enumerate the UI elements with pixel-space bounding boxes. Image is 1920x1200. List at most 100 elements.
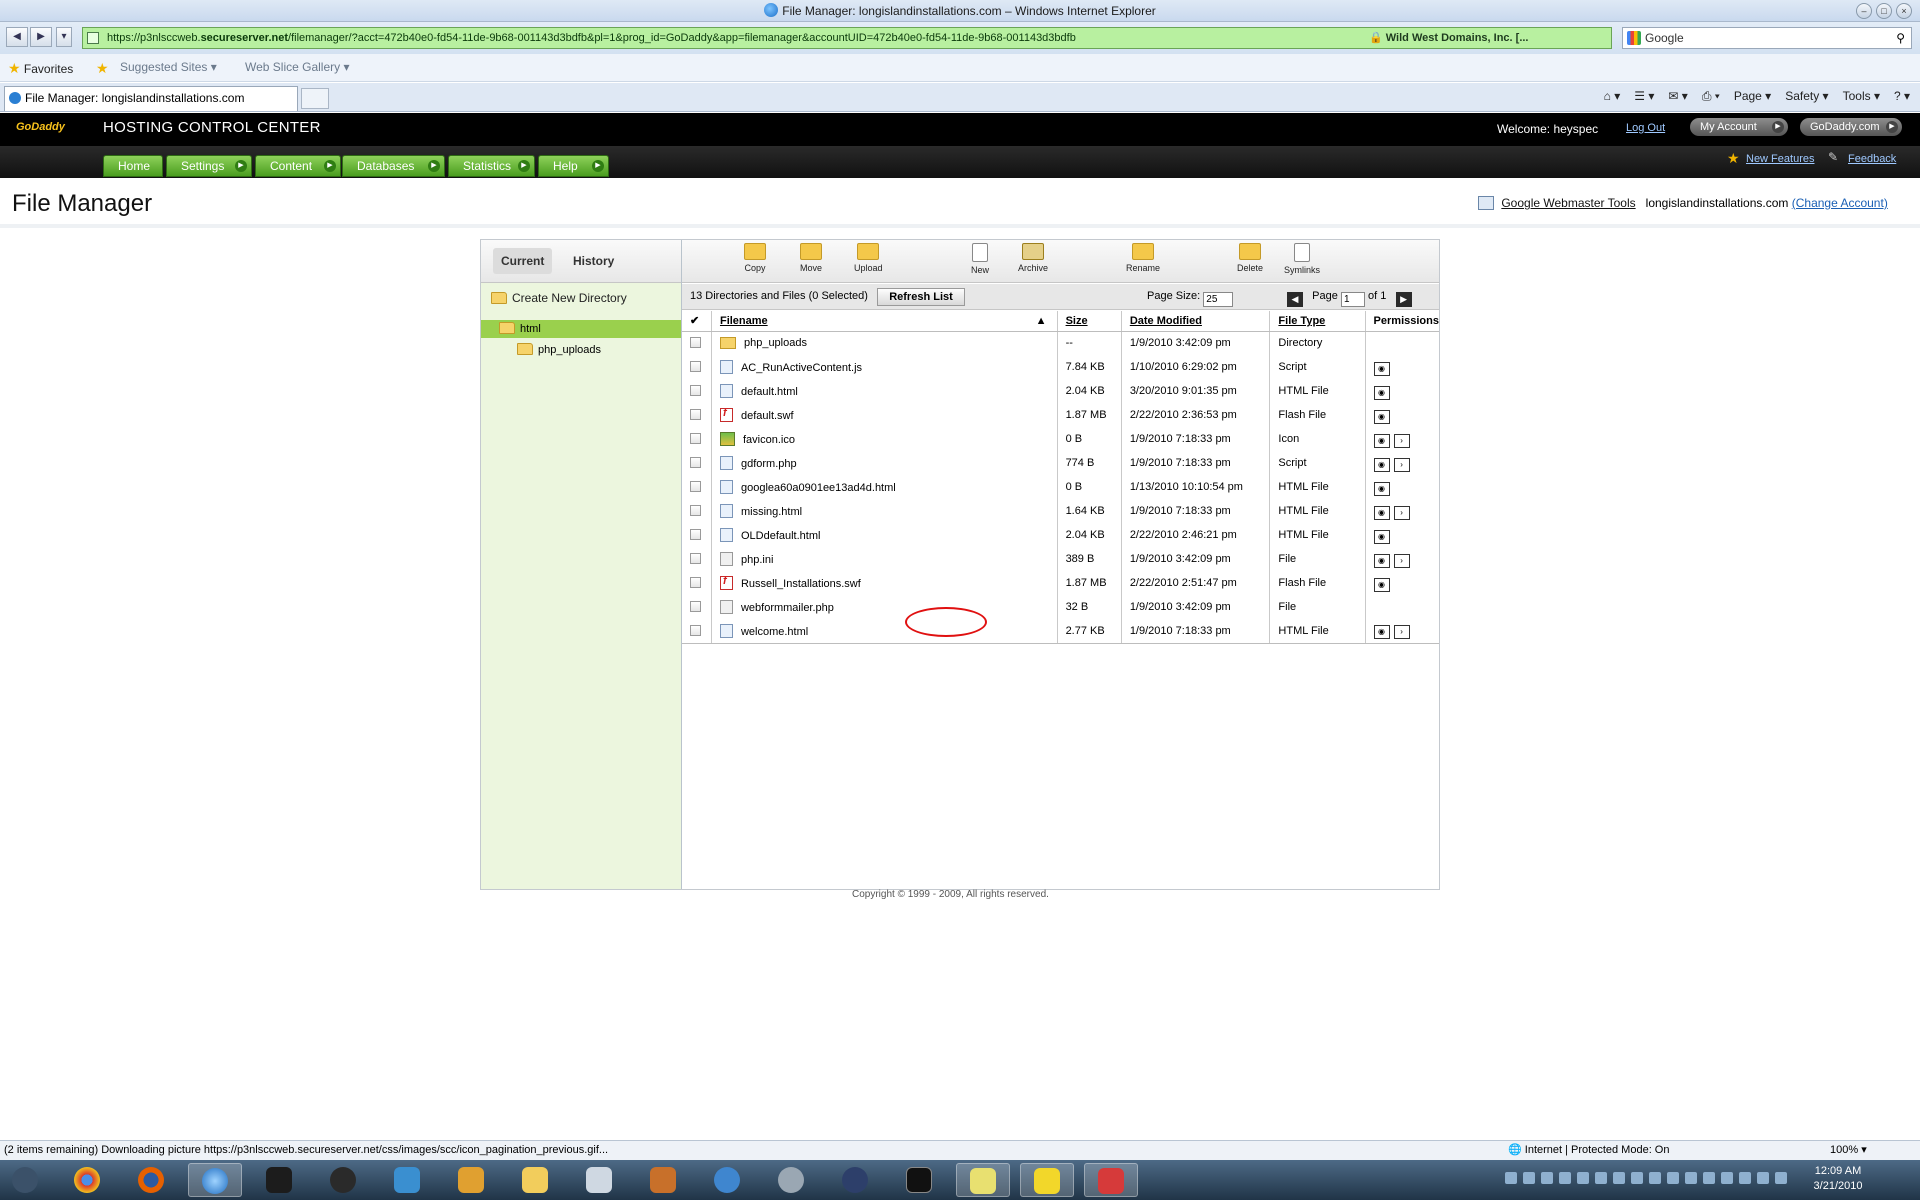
minimize-button[interactable]: –: [1856, 3, 1872, 19]
taskbar-app-15[interactable]: [956, 1163, 1010, 1197]
tree-item-php-uploads[interactable]: php_uploads: [517, 341, 601, 359]
tray-icon[interactable]: [1595, 1172, 1607, 1184]
upload-button[interactable]: Upload: [854, 243, 883, 273]
taskbar-app-10[interactable]: [636, 1163, 690, 1197]
tray-icon[interactable]: [1739, 1172, 1751, 1184]
tray-icon[interactable]: [1757, 1172, 1769, 1184]
refresh-list-button[interactable]: Refresh List: [877, 288, 965, 306]
tab-history[interactable]: History: [565, 248, 622, 274]
column-filename[interactable]: Filename ▲: [711, 311, 1058, 332]
nav-help[interactable]: Help ▶: [538, 155, 609, 177]
feedback-link[interactable]: Feedback: [1848, 153, 1896, 165]
add-favorites-icon[interactable]: ★: [96, 60, 109, 77]
taskbar-explorer[interactable]: [508, 1163, 562, 1197]
edit-icon[interactable]: ›: [1393, 433, 1410, 448]
taskbar-app-12[interactable]: [764, 1163, 818, 1197]
column-date-modified[interactable]: Date Modified: [1121, 311, 1271, 332]
home-icon[interactable]: ⌂ ▾: [1604, 89, 1621, 104]
file-row[interactable]: OLDdefault.html 2.04 KB 2/22/2010 2:46:21 …: [682, 523, 1439, 547]
search-input[interactable]: Google ⚲: [1622, 27, 1912, 49]
taskbar-app-11[interactable]: [700, 1163, 754, 1197]
page-size-select[interactable]: 25: [1203, 292, 1234, 307]
file-row[interactable]: gdform.php 774 B 1/9/2010 7:18:33 pm Script…: [682, 451, 1439, 475]
godaddy-logo[interactable]: GoDaddy: [16, 121, 65, 133]
tray-icon[interactable]: [1541, 1172, 1553, 1184]
search-icon[interactable]: ⚲: [1896, 28, 1905, 48]
back-button[interactable]: ◀: [6, 27, 28, 47]
new-tab-button[interactable]: [301, 88, 329, 109]
tray-icon[interactable]: [1577, 1172, 1589, 1184]
row-checkbox[interactable]: [690, 553, 701, 564]
new-features-link[interactable]: New Features: [1746, 153, 1814, 165]
file-name[interactable]: AC_RunActiveContent.js: [741, 362, 862, 374]
taskbar-app-7[interactable]: [444, 1163, 498, 1197]
delete-button[interactable]: Delete: [1237, 243, 1263, 273]
file-row[interactable]: default.swf 1.87 MB2/22/2010 2:36:53 pmFl…: [682, 403, 1439, 427]
file-name[interactable]: googlea60a0901ee13ad4d.html: [741, 482, 896, 494]
suggested-sites-button[interactable]: Suggested Sites ▾: [120, 60, 217, 74]
file-row[interactable]: default.html 2.04 KB 3/20/2010 9:01:35 pm H…: [682, 379, 1439, 403]
taskbar-app-13[interactable]: [828, 1163, 882, 1197]
tray-icon[interactable]: [1775, 1172, 1787, 1184]
row-checkbox[interactable]: [690, 624, 701, 636]
tray-icon[interactable]: [1721, 1172, 1733, 1184]
row-checkbox[interactable]: [690, 457, 701, 468]
forward-button[interactable]: ▶: [30, 27, 52, 47]
page-menu[interactable]: Page ▾: [1734, 89, 1771, 104]
view-permissions-icon[interactable]: ◉: [1373, 481, 1390, 496]
my-account-button[interactable]: My Account ▶: [1690, 118, 1788, 136]
start-button[interactable]: [0, 1163, 50, 1197]
tab-current[interactable]: Current: [493, 248, 553, 274]
taskbar-aim[interactable]: [1020, 1163, 1074, 1197]
logout-link[interactable]: Log Out: [1626, 122, 1665, 134]
file-name[interactable]: gdform.php: [741, 458, 797, 470]
file-name[interactable]: Russell_Installations.swf: [741, 578, 861, 590]
view-permissions-icon[interactable]: ◉: [1373, 625, 1390, 640]
row-checkbox[interactable]: [690, 529, 701, 540]
view-permissions-icon[interactable]: ◉: [1373, 577, 1390, 592]
file-row[interactable]: missing.html 1.64 KB 1/9/2010 7:18:33 pm HT…: [682, 499, 1439, 523]
view-permissions-icon[interactable]: ◉: [1373, 385, 1390, 400]
edit-icon[interactable]: ›: [1393, 505, 1410, 520]
view-permissions-icon[interactable]: ◉: [1373, 529, 1390, 544]
security-report-button[interactable]: 🔒 Wild West Domains, Inc. [...: [1363, 28, 1528, 48]
file-row[interactable]: Russell_Installations.swf 1.87 MB2/22/201…: [682, 571, 1439, 595]
nav-statistics[interactable]: Statistics ▶: [448, 155, 535, 177]
taskbar-app-5[interactable]: [316, 1163, 370, 1197]
taskbar-app-17[interactable]: [1084, 1163, 1138, 1197]
row-checkbox[interactable]: [690, 337, 701, 349]
zoom-level[interactable]: 100% ▾: [1830, 1141, 1867, 1160]
file-name[interactable]: missing.html: [741, 506, 802, 518]
row-checkbox[interactable]: [690, 577, 701, 588]
close-window-button[interactable]: ×: [1896, 3, 1912, 19]
tree-item-html[interactable]: html: [481, 320, 681, 338]
web-slice-gallery-button[interactable]: Web Slice Gallery ▾: [245, 60, 350, 74]
tab-file-manager[interactable]: File Manager: longislandinstallations.co…: [4, 86, 298, 111]
page-number-select[interactable]: 1: [1340, 292, 1365, 307]
file-name[interactable]: webformmailer.php: [741, 602, 834, 614]
help-menu[interactable]: ? ▾: [1894, 89, 1910, 104]
safety-menu[interactable]: Safety ▾: [1785, 89, 1828, 104]
change-account-link[interactable]: (Change Account): [1792, 196, 1888, 210]
column-size[interactable]: Size: [1057, 311, 1122, 332]
file-row[interactable]: favicon.ico 0 B 1/9/2010 7:18:33 pm Icon ◉ ›: [682, 427, 1439, 451]
tray-icon[interactable]: [1523, 1172, 1535, 1184]
nav-settings[interactable]: Settings ▶: [166, 155, 252, 177]
taskbar-calculator[interactable]: [572, 1163, 626, 1197]
feeds-icon[interactable]: ☰ ▾: [1634, 89, 1654, 104]
godaddy-com-button[interactable]: GoDaddy.com ▶: [1800, 118, 1902, 136]
create-new-directory-button[interactable]: Create New Directory: [491, 291, 627, 305]
maximize-button[interactable]: □: [1876, 3, 1892, 19]
row-checkbox[interactable]: [690, 385, 701, 396]
tray-icon[interactable]: [1703, 1172, 1715, 1184]
taskbar-app-6[interactable]: [380, 1163, 434, 1197]
read-mail-icon[interactable]: ✉ ▾: [1668, 89, 1687, 104]
row-checkbox[interactable]: [690, 409, 701, 420]
security-zone[interactable]: 🌐 Internet | Protected Mode: On: [1508, 1141, 1669, 1160]
tray-icon[interactable]: [1649, 1172, 1661, 1184]
file-row[interactable]: welcome.html 2.77 KB 1/9/2010 7:18:33 pm HT…: [682, 619, 1439, 644]
file-row[interactable]: php.ini 389 B 1/9/2010 3:42:09 pm File ◉ ›: [682, 547, 1439, 571]
file-name[interactable]: default.html: [741, 386, 798, 398]
file-row[interactable]: AC_RunActiveContent.js 7.84 KB 1/10/2010 6…: [682, 355, 1439, 379]
view-permissions-icon[interactable]: ◉: [1373, 361, 1390, 376]
